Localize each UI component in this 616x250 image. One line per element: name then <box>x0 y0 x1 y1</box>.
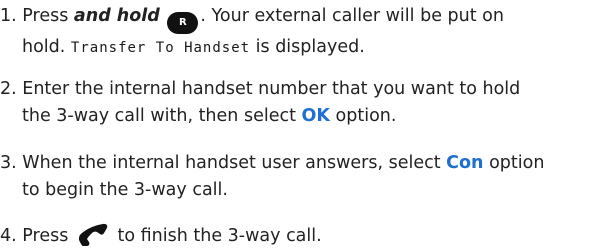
step-number: 3. <box>0 153 17 173</box>
step-text: option. <box>335 106 397 126</box>
step-1-line-2: hold. Transfer To Handset is displayed. <box>0 34 504 62</box>
step-2-line-2: the 3-way call with, then select OK opti… <box>0 103 520 130</box>
step-text: to finish the 3-way call. <box>117 226 322 246</box>
step-1: 1. Press and hold R. Your external calle… <box>0 3 504 62</box>
step-text: the 3-way call with, then select <box>22 106 296 126</box>
step-1-line-1: 1. Press and hold R. Your external calle… <box>0 3 504 34</box>
emphasis-text: and hold <box>73 6 160 26</box>
step-3-line-1: 3. When the internal handset user answer… <box>0 150 544 177</box>
end-call-icon <box>78 223 108 246</box>
recall-key-icon: R <box>167 12 199 34</box>
step-text: When the internal handset user answers, … <box>22 153 441 173</box>
step-text: is displayed. <box>255 37 365 57</box>
display-message: Transfer To Handset <box>70 40 251 56</box>
step-text: . Your external caller will be put on <box>200 6 504 26</box>
step-text: Press <box>22 6 69 26</box>
step-4: 4. Press to finish the 3-way call. <box>0 221 322 250</box>
step-text: option <box>489 153 545 173</box>
instruction-document: 1. Press and hold R. Your external calle… <box>0 0 616 249</box>
option-label-con: Con <box>446 153 484 173</box>
option-label-ok: OK <box>301 106 330 126</box>
step-number: 2. <box>0 79 17 99</box>
step-4-line-1: 4. Press to finish the 3-way call. <box>0 221 322 250</box>
step-3: 3. When the internal handset user answer… <box>0 150 544 204</box>
step-number: 1. <box>0 6 17 26</box>
step-2: 2. Enter the internal handset number tha… <box>0 76 520 130</box>
step-3-line-2: to begin the 3-way call. <box>0 177 544 204</box>
step-text: to begin the 3-way call. <box>22 180 228 200</box>
step-number: 4. <box>0 226 17 246</box>
step-text: Press <box>22 226 69 246</box>
step-text: hold. <box>22 37 66 57</box>
step-text: Enter the internal handset number that y… <box>22 79 521 99</box>
step-2-line-1: 2. Enter the internal handset number tha… <box>0 76 520 103</box>
